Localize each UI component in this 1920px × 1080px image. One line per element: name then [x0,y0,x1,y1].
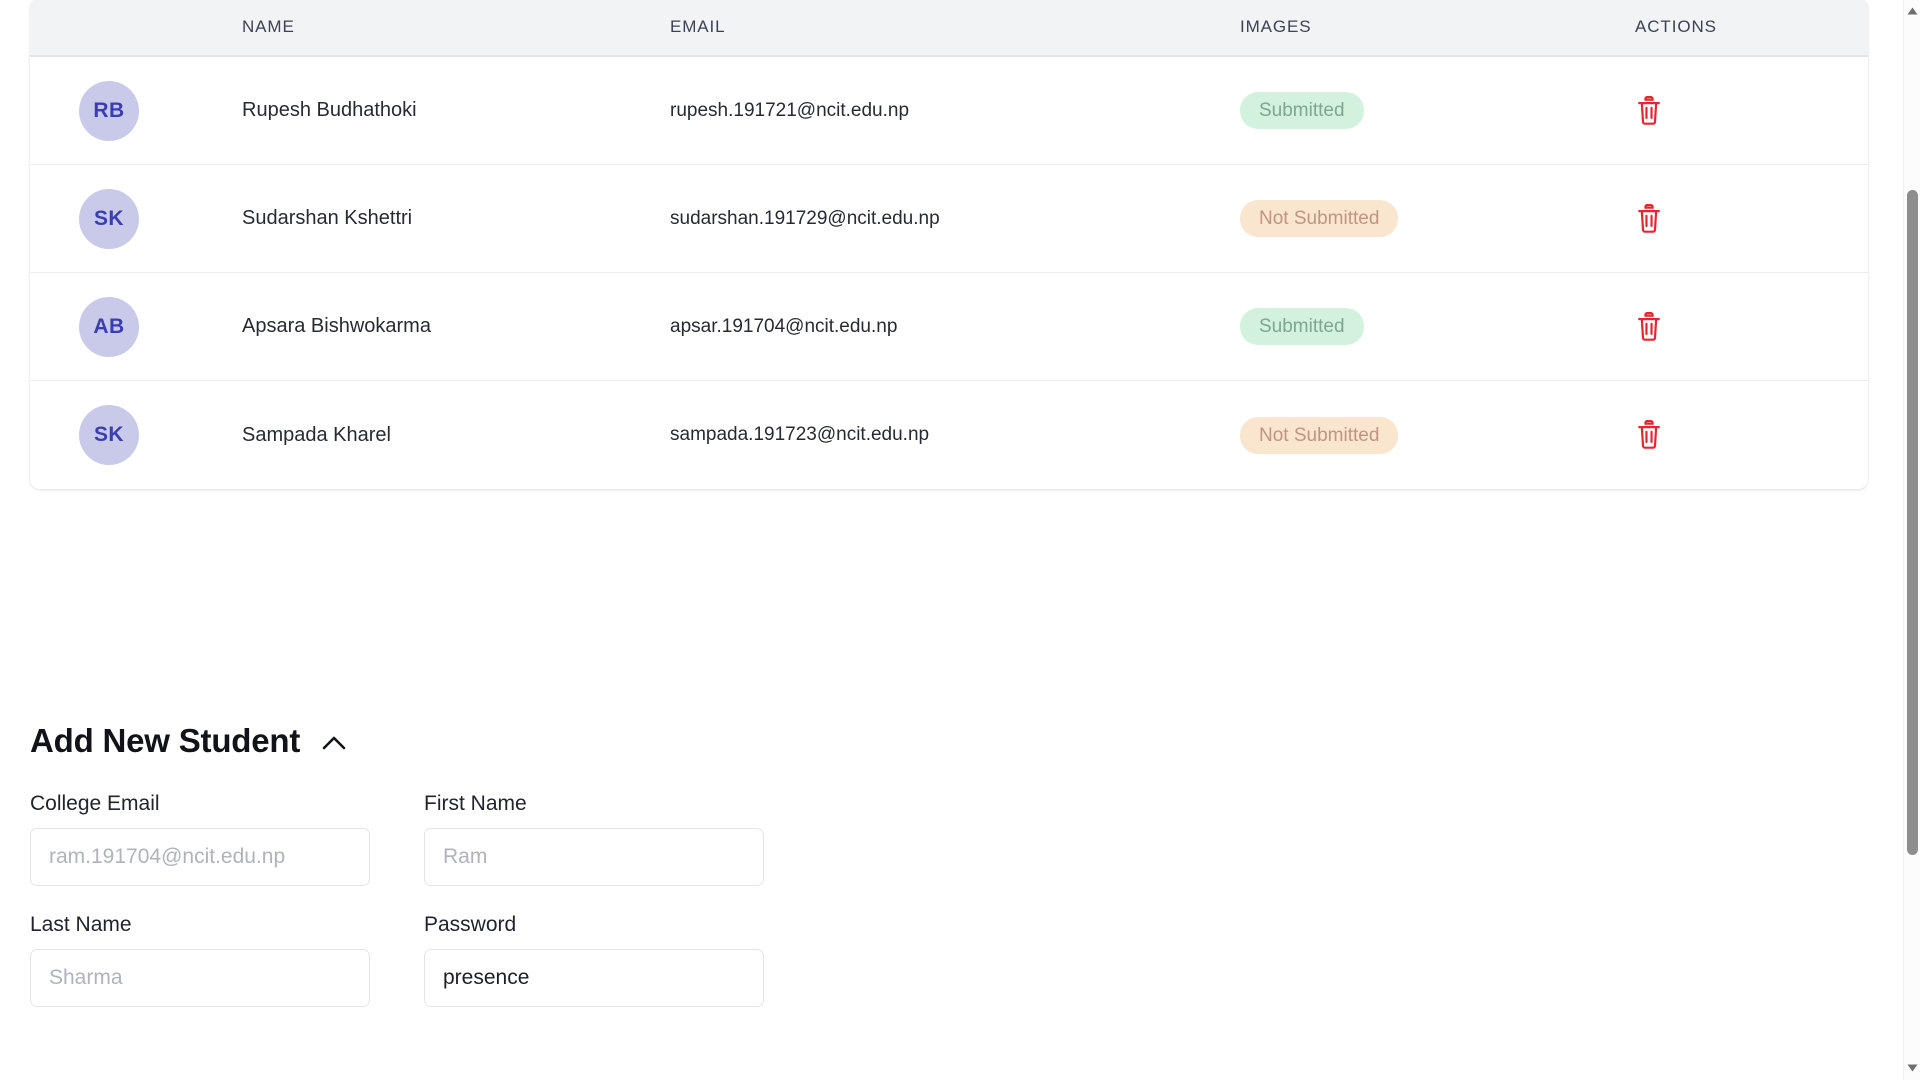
delete-student-button[interactable] [1635,96,1663,126]
trash-icon [1635,438,1663,453]
field-last-name: Last Name [30,913,370,1007]
student-name: Sampada Kharel [242,424,670,447]
student-email: sampada.191723@ncit.edu.np [670,424,1240,446]
student-email: sudarshan.191729@ncit.edu.np [670,208,1240,230]
status-badge: Not Submitted [1240,417,1398,454]
images-cell: Not Submitted [1240,417,1635,454]
avatar-cell: SK [30,189,242,249]
avatar: SK [79,189,139,249]
collapse-section-button[interactable] [320,734,348,755]
college-email-input[interactable] [30,828,370,886]
status-badge: Not Submitted [1240,200,1398,237]
field-password: Password [424,913,764,1007]
images-cell: Submitted [1240,92,1635,129]
avatar-cell: RB [30,81,242,141]
actions-cell [1635,420,1868,450]
table-row: AB Apsara Bishwokarmaapsar.191704@ncit.ed… [30,273,1868,381]
table-header-email: EMAIL [670,17,1240,37]
last-name-input[interactable] [30,949,370,1007]
table-header-images: IMAGES [1240,17,1635,37]
images-cell: Submitted [1240,308,1635,345]
table-row: RB Rupesh Budhathokirupesh.191721@ncit.ed… [30,57,1868,165]
delete-student-button[interactable] [1635,204,1663,234]
student-name: Sudarshan Kshettri [242,207,670,230]
field-first-name: First Name [424,792,764,886]
table-row: SK Sampada Kharelsampada.191723@ncit.edu.… [30,381,1868,489]
trash-icon [1635,222,1663,237]
scroll-up-arrow-icon[interactable] [1904,2,1920,19]
field-college-email: College Email [30,792,370,886]
label-first-name: First Name [424,792,764,816]
images-cell: Not Submitted [1240,200,1635,237]
student-name: Rupesh Budhathoki [242,99,670,122]
trash-icon [1635,114,1663,129]
add-new-student-header: Add New Student [30,722,1130,760]
actions-cell [1635,204,1868,234]
add-new-student-section: Add New Student College Email First Name L… [30,722,1130,1007]
students-table: NAME EMAIL IMAGES ACTIONS RB Rupesh Budha… [30,0,1868,489]
scrollbar-thumb[interactable] [1907,190,1918,855]
avatar: AB [79,297,139,357]
student-email: rupesh.191721@ncit.edu.np [670,100,1240,122]
delete-student-button[interactable] [1635,420,1663,450]
table-row: SK Sudarshan Kshettrisudarshan.191729@nci… [30,165,1868,273]
scroll-down-arrow-icon[interactable] [1904,1059,1920,1076]
avatar-cell: SK [30,405,242,465]
trash-icon [1635,330,1663,345]
add-student-form: College Email First Name Last Name Password [30,792,1130,1007]
password-input[interactable] [424,949,764,1007]
avatar: SK [79,405,139,465]
table-header-name: NAME [242,17,670,37]
vertical-scrollbar[interactable] [1903,0,1920,1080]
label-last-name: Last Name [30,913,370,937]
section-title: Add New Student [30,722,300,760]
first-name-input[interactable] [424,828,764,886]
actions-cell [1635,312,1868,342]
actions-cell [1635,96,1868,126]
status-badge: Submitted [1240,308,1364,345]
status-badge: Submitted [1240,92,1364,129]
avatar-cell: AB [30,297,242,357]
label-college-email: College Email [30,792,370,816]
delete-student-button[interactable] [1635,312,1663,342]
table-header-actions: ACTIONS [1635,17,1868,37]
chevron-up-icon [320,734,348,755]
student-name: Apsara Bishwokarma [242,315,670,338]
table-header-row: NAME EMAIL IMAGES ACTIONS [30,0,1868,57]
student-email: apsar.191704@ncit.edu.np [670,316,1240,338]
avatar: RB [79,81,139,141]
label-password: Password [424,913,764,937]
table-body: RB Rupesh Budhathokirupesh.191721@ncit.ed… [30,57,1868,489]
students-page: NAME EMAIL IMAGES ACTIONS RB Rupesh Budha… [0,0,1920,1080]
